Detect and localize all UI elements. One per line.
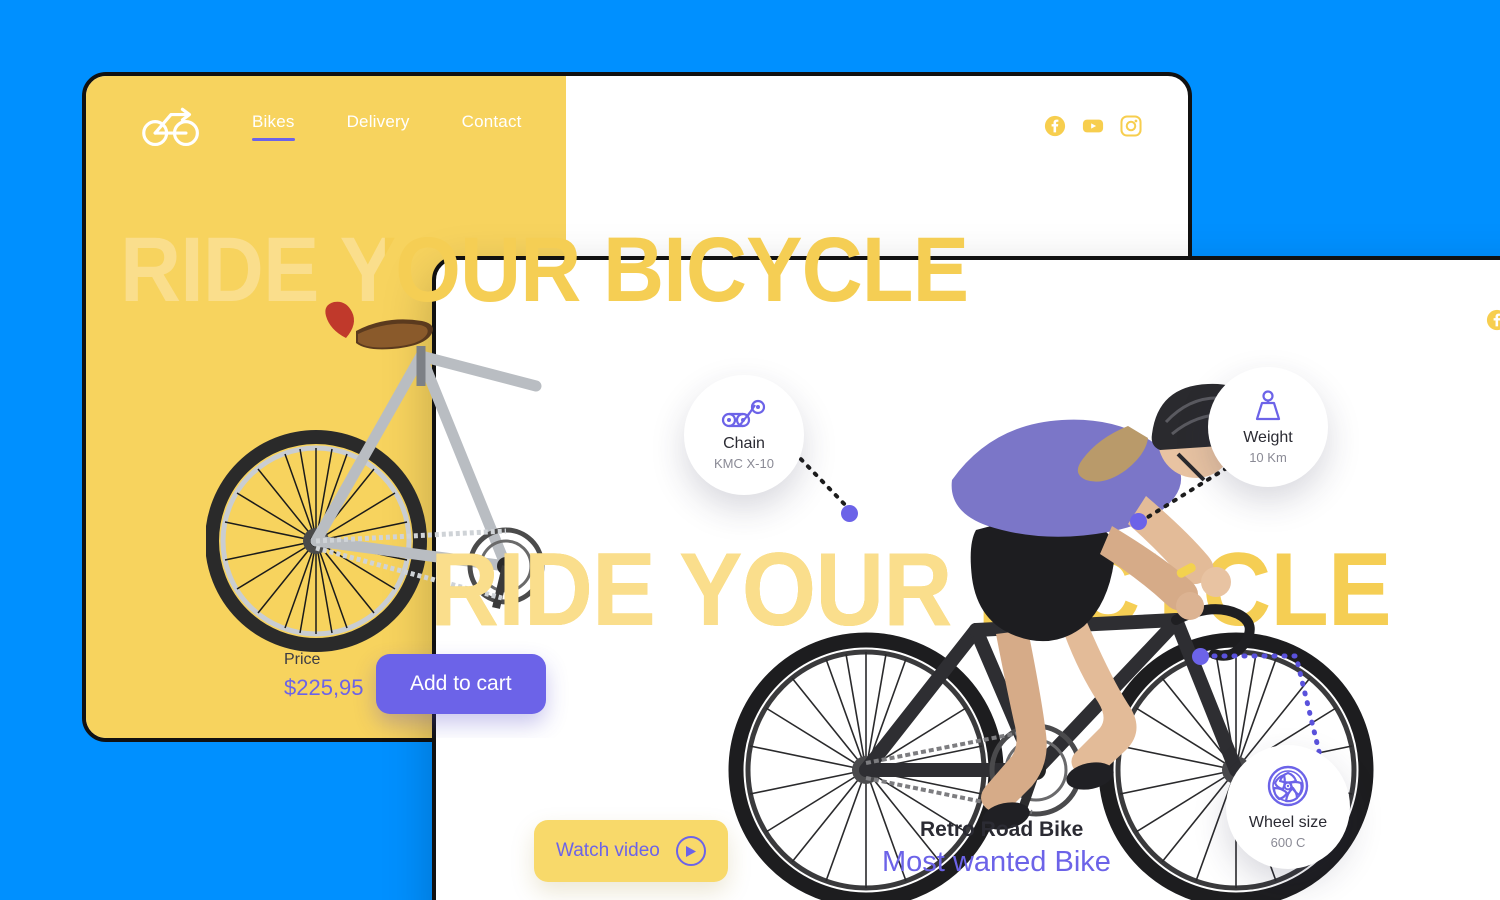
chain-connector-dot (841, 505, 858, 522)
badge-title: Weight (1243, 429, 1293, 446)
facebook-icon[interactable] (1486, 309, 1500, 331)
front-card-nav-links: Bikes Delivery Contact (614, 306, 968, 335)
bicycle-product-image (206, 301, 545, 652)
nav-item-delivery[interactable]: Delivery (347, 112, 410, 141)
back-card-nav-links: Bikes Delivery Contact (252, 112, 574, 141)
bicycle-logo[interactable] (142, 104, 200, 148)
facebook-icon[interactable] (1044, 115, 1066, 137)
watch-video-label: Watch video (556, 840, 660, 861)
feature-badge-chain[interactable]: Chain KMC X-10 (684, 375, 804, 495)
nav-item-bikes[interactable]: Bikes (252, 112, 295, 141)
weight-icon (1255, 390, 1281, 421)
chain-connector-line (792, 450, 854, 514)
product-title: Retro Road Bike (920, 818, 1084, 841)
price-label: Price (284, 651, 321, 668)
nav-item-delivery[interactable]: Delivery (725, 306, 788, 335)
add-to-cart-button[interactable]: Add to cart (376, 654, 546, 714)
watch-video-button[interactable]: Watch video (534, 820, 728, 882)
front-card-navbar: Bikes Delivery Contact (484, 298, 1500, 342)
price-block: Price $225,95 (284, 651, 364, 701)
play-icon (675, 836, 706, 866)
feature-badge-weight[interactable]: Weight 10 Km (1208, 367, 1328, 487)
wheel-connector-dot (1192, 648, 1209, 665)
instagram-icon[interactable] (1120, 115, 1142, 137)
front-card-social-links (1486, 309, 1500, 331)
chain-icon (721, 399, 766, 428)
badge-title: Wheel size (1248, 814, 1328, 831)
badge-subtitle: 10 Km (1249, 450, 1287, 465)
wheel-rim-icon (1267, 765, 1309, 807)
back-card-navbar: Bikes Delivery Contact (142, 104, 1142, 148)
bicycle-logo[interactable] (484, 298, 542, 342)
price-value: $225,95 (284, 675, 364, 700)
weight-connector-dot (1130, 513, 1147, 530)
product-subtitle: Most wanted Bike (882, 846, 1111, 878)
front-promo-card: RIDE YOUR BICYCLE RIDE YOUR BICYCLE Chai… (432, 256, 1500, 900)
back-card-social-links (1044, 115, 1142, 137)
youtube-icon[interactable] (1082, 115, 1104, 137)
nav-item-bikes[interactable]: Bikes (614, 306, 657, 335)
badge-subtitle: 600 C (1270, 835, 1306, 850)
feature-badge-wheel-size[interactable]: Wheel size 600 C (1226, 745, 1350, 869)
nav-item-contact[interactable]: Contact (462, 112, 522, 141)
badge-title: Chain (723, 435, 765, 452)
badge-subtitle: KMC X-10 (714, 456, 774, 471)
nav-item-contact[interactable]: Contact (856, 306, 916, 335)
